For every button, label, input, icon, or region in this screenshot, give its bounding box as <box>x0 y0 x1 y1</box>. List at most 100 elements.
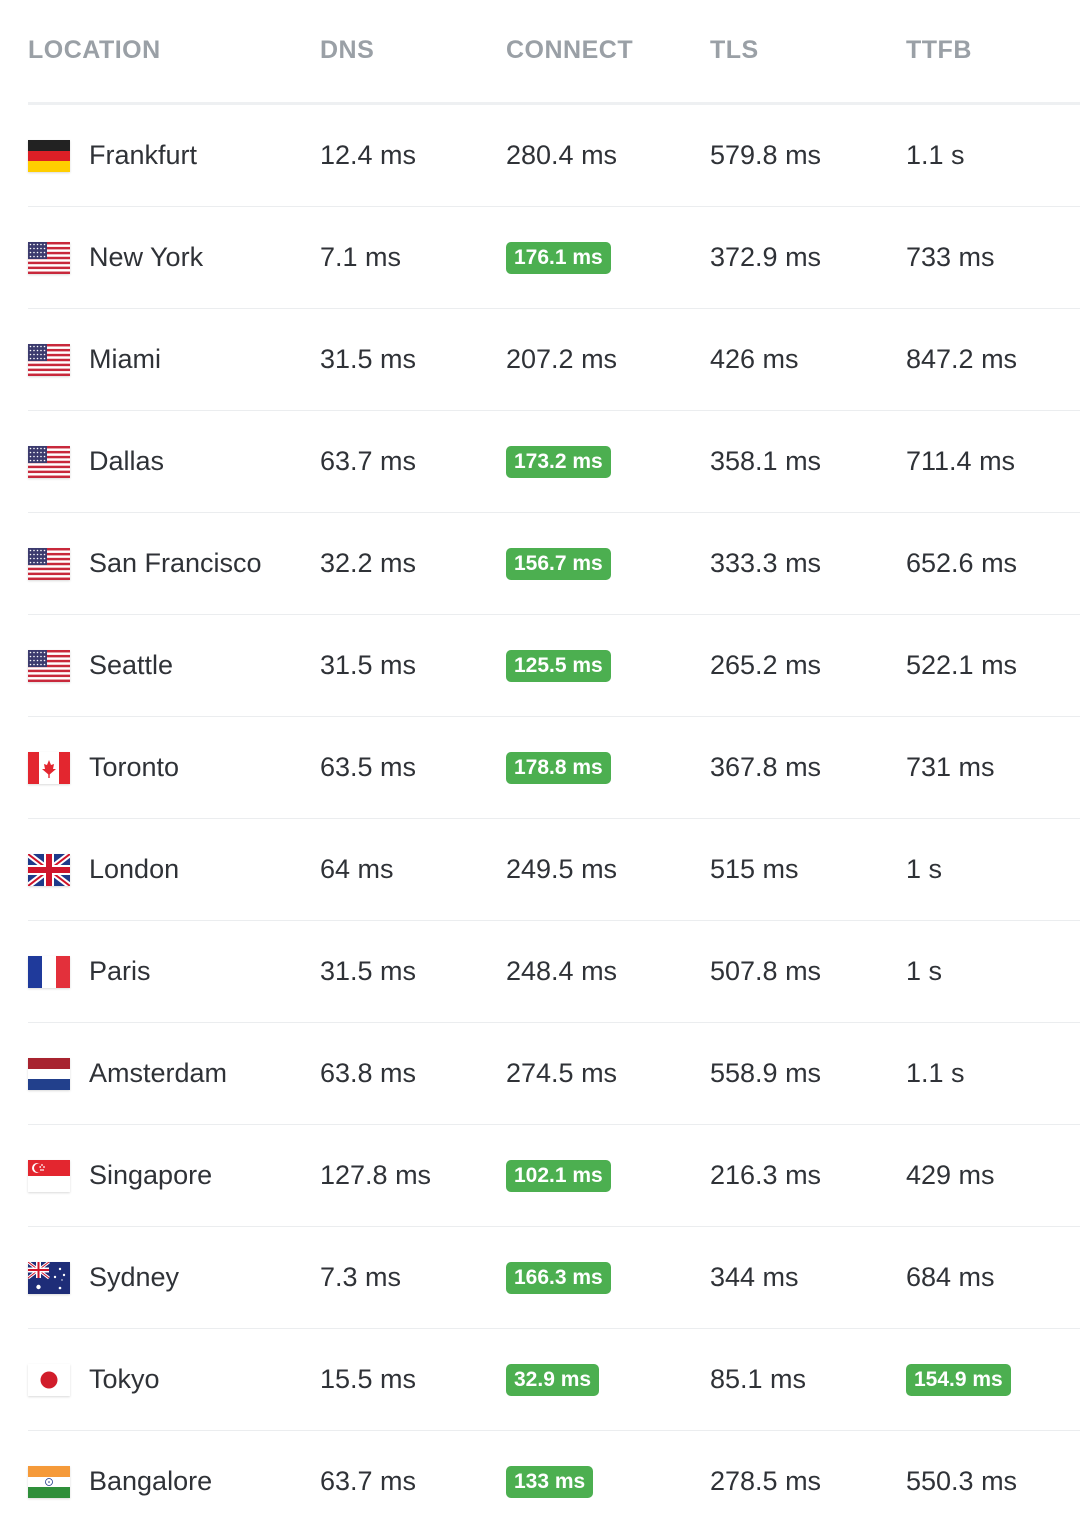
tls-cell: 426 ms <box>710 309 799 410</box>
column-header-tls[interactable]: TLS <box>710 36 759 65</box>
location-name: Tokyo <box>89 1364 160 1394</box>
location-cell: New York <box>28 207 203 308</box>
column-header-ttfb[interactable]: TTFB <box>906 36 972 65</box>
location-cell: Sydney <box>28 1227 179 1328</box>
connect-cell: 173.2 ms <box>506 411 611 512</box>
tls-value: 372.9 ms <box>710 242 822 272</box>
location-cell: Toronto <box>28 717 179 818</box>
dns-cell: 63.7 ms <box>320 1431 416 1532</box>
ttfb-value: 1 s <box>906 854 943 884</box>
tls-value: 265.2 ms <box>710 650 822 680</box>
location-cell: London <box>28 819 179 920</box>
table-row: Singapore 127.8 ms 102.1 ms 216.3 ms 429 ms <box>28 1125 1080 1227</box>
tls-value: 426 ms <box>710 344 799 374</box>
tls-cell: 278.5 ms <box>710 1431 821 1532</box>
dns-value: 31.5 ms <box>320 956 417 986</box>
ttfb-value: 522.1 ms <box>906 650 1018 680</box>
ttfb-cell: 684 ms <box>906 1227 995 1328</box>
dns-cell: 15.5 ms <box>320 1329 416 1430</box>
dns-cell: 127.8 ms <box>320 1125 431 1226</box>
location-cell: Frankfurt <box>28 105 197 206</box>
location-cell: Amsterdam <box>28 1023 227 1124</box>
tls-value: 344 ms <box>710 1262 799 1292</box>
dns-cell: 31.5 ms <box>320 921 416 1022</box>
usa-flag-icon <box>28 649 70 682</box>
tls-value: 507.8 ms <box>710 956 822 986</box>
australia-flag-icon <box>28 1261 70 1294</box>
tls-cell: 344 ms <box>710 1227 799 1328</box>
ttfb-value: 731 ms <box>906 752 995 782</box>
latency-table: LOCATION DNS CONNECT TLS TTFB Frankfurt 1… <box>0 0 1080 1532</box>
dns-cell: 31.5 ms <box>320 615 416 716</box>
dns-value: 63.8 ms <box>320 1058 417 1088</box>
connect-fastest-badge: 166.3 ms <box>506 1261 611 1294</box>
connect-cell: 32.9 ms <box>506 1329 600 1430</box>
tls-value: 367.8 ms <box>710 752 822 782</box>
usa-flag-icon <box>28 547 70 580</box>
ttfb-cell: 522.1 ms <box>906 615 1017 716</box>
column-header-location[interactable]: LOCATION <box>28 36 161 65</box>
tls-cell: 579.8 ms <box>710 105 821 206</box>
ttfb-cell: 1 s <box>906 819 942 920</box>
dns-value: 127.8 ms <box>320 1160 432 1190</box>
ttfb-cell: 429 ms <box>906 1125 995 1226</box>
ttfb-value: 1 s <box>906 956 943 986</box>
tls-value: 333.3 ms <box>710 548 822 578</box>
connect-fastest-badge: 133 ms <box>506 1465 594 1498</box>
column-header-connect[interactable]: CONNECT <box>506 36 633 65</box>
table-row: Bangalore 63.7 ms 133 ms 278.5 ms 550.3 ms <box>28 1431 1080 1532</box>
tls-cell: 216.3 ms <box>710 1125 821 1226</box>
tls-value: 216.3 ms <box>710 1160 822 1190</box>
connect-value: 248.4 ms <box>506 956 618 986</box>
tls-cell: 515 ms <box>710 819 799 920</box>
tls-value: 358.1 ms <box>710 446 822 476</box>
dns-value: 64 ms <box>320 854 394 884</box>
usa-flag-icon <box>28 343 70 376</box>
connect-cell: 102.1 ms <box>506 1125 611 1226</box>
ttfb-fastest-badge: 154.9 ms <box>906 1363 1011 1396</box>
location-cell: Seattle <box>28 615 173 716</box>
dns-value: 32.2 ms <box>320 548 417 578</box>
tls-cell: 265.2 ms <box>710 615 821 716</box>
location-cell: Dallas <box>28 411 164 512</box>
location-cell: Tokyo <box>28 1329 160 1430</box>
column-header-dns[interactable]: DNS <box>320 36 374 65</box>
location-name: Dallas <box>89 446 165 476</box>
tls-cell: 358.1 ms <box>710 411 821 512</box>
connect-cell: 249.5 ms <box>506 819 617 920</box>
ttfb-value: 847.2 ms <box>906 344 1018 374</box>
ttfb-value: 1.1 s <box>906 1058 965 1088</box>
ttfb-value: 684 ms <box>906 1262 995 1292</box>
ttfb-cell: 711.4 ms <box>906 411 1015 512</box>
table-row: Miami 31.5 ms 207.2 ms 426 ms 847.2 ms <box>28 309 1080 411</box>
connect-cell: 207.2 ms <box>506 309 617 410</box>
dns-cell: 63.8 ms <box>320 1023 416 1124</box>
ttfb-cell: 847.2 ms <box>906 309 1017 410</box>
connect-fastest-badge: 125.5 ms <box>506 649 611 682</box>
connect-value: 207.2 ms <box>506 344 618 374</box>
ttfb-value: 711.4 ms <box>906 446 1016 476</box>
tls-value: 579.8 ms <box>710 140 822 170</box>
netherlands-flag-icon <box>28 1057 70 1090</box>
location-name: New York <box>89 242 204 272</box>
japan-flag-icon <box>28 1363 70 1396</box>
dns-value: 31.5 ms <box>320 344 417 374</box>
usa-flag-icon <box>28 241 70 274</box>
table-row: Sydney 7.3 ms 166.3 ms 344 ms 684 ms <box>28 1227 1080 1329</box>
connect-fastest-badge: 32.9 ms <box>506 1363 600 1396</box>
connect-value: 280.4 ms <box>506 140 618 170</box>
singapore-flag-icon <box>28 1159 70 1192</box>
dns-cell: 32.2 ms <box>320 513 416 614</box>
table-row: Toronto 63.5 ms 178.8 ms 367.8 ms 731 ms <box>28 717 1080 819</box>
ttfb-value: 733 ms <box>906 242 995 272</box>
dns-value: 63.5 ms <box>320 752 417 782</box>
connect-cell: 274.5 ms <box>506 1023 617 1124</box>
connect-fastest-badge: 173.2 ms <box>506 445 611 478</box>
dns-value: 15.5 ms <box>320 1364 417 1394</box>
location-name: Singapore <box>89 1160 213 1190</box>
dns-value: 7.3 ms <box>320 1262 402 1292</box>
ttfb-value: 1.1 s <box>906 140 965 170</box>
table-row: Paris 31.5 ms 248.4 ms 507.8 ms 1 s <box>28 921 1080 1023</box>
connect-fastest-badge: 178.8 ms <box>506 751 611 784</box>
tls-cell: 507.8 ms <box>710 921 821 1022</box>
